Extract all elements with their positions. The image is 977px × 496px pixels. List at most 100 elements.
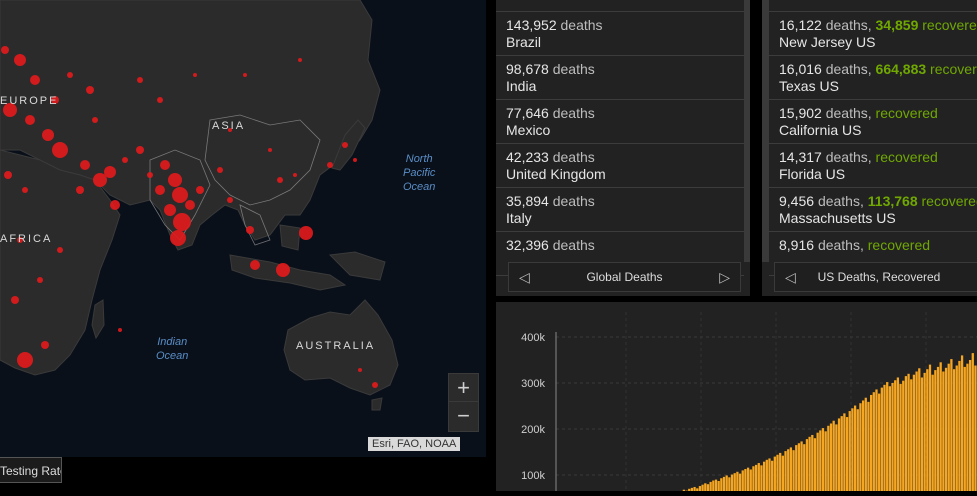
map-canvas: [0, 0, 486, 457]
recovered-unit: recovered: [876, 149, 938, 165]
list-item[interactable]: 16,016 deaths, 664,883 recoveredTexas US: [769, 56, 977, 100]
recovered-count: 34,859: [876, 17, 919, 33]
prev-arrow-icon[interactable]: ◁: [785, 263, 796, 291]
chart-bar: [937, 367, 939, 491]
chart-bar: [742, 470, 744, 491]
chart-bar: [851, 408, 853, 491]
death-unit: deaths,: [826, 17, 872, 33]
chart-bar: [782, 456, 784, 491]
list-item[interactable]: 14,317 deaths, recoveredFlorida US: [769, 144, 977, 188]
chart-bar: [835, 424, 837, 491]
list-item[interactable]: 42,233 deathsUnited Kingdom: [496, 144, 744, 188]
chart-bar: [707, 484, 709, 491]
tab-testing-rate[interactable]: Testing Rate: [0, 457, 62, 483]
recovered-unit: recovered: [930, 61, 977, 77]
chart-bar: [825, 431, 827, 491]
list-item[interactable]: 16,122 deaths, 34,859 recoveredNew Jerse…: [769, 12, 977, 56]
chart-bar: [827, 426, 829, 491]
death-count: 16,122: [779, 17, 822, 33]
chart-bar: [723, 477, 725, 491]
list-item[interactable]: 143,952 deathsBrazil: [496, 12, 744, 56]
chart-bar: [728, 477, 730, 491]
chart-bar: [870, 395, 872, 491]
death-count: 32,396: [506, 237, 549, 253]
chart-bar: [803, 444, 805, 491]
chart-bar: [950, 359, 952, 491]
country-name: Italy: [506, 210, 734, 227]
recovered-unit: recovered: [922, 193, 977, 209]
chart-bar: [736, 472, 738, 491]
state-name: New Jersey US: [779, 34, 977, 51]
chart-bar: [942, 372, 944, 492]
chart-bar: [862, 400, 864, 491]
death-count: 16,016: [779, 61, 822, 77]
list-item[interactable]: 15,902 deaths, recoveredCalifornia US: [769, 100, 977, 144]
new-guinea-shape: [330, 252, 385, 280]
state-name: Florida US: [779, 166, 977, 183]
chart-bar: [699, 486, 701, 491]
country-name: Mexico: [506, 122, 734, 139]
chart-bar: [964, 367, 966, 491]
tasmania-shape: [372, 398, 382, 410]
state-name: Massachusetts US: [779, 210, 977, 227]
chart-bar: [798, 443, 800, 491]
chart-bar: [776, 455, 778, 491]
label-north-pacific-line3: Ocean: [403, 180, 435, 194]
chart-bar: [731, 475, 733, 491]
chart-bar: [768, 458, 770, 491]
chart-bar: [771, 461, 773, 491]
chart-bar: [932, 375, 934, 491]
list-item[interactable]: 35,894 deathsItaly: [496, 188, 744, 232]
zoom-out-button[interactable]: −: [448, 401, 479, 432]
chart-bar: [758, 463, 760, 491]
state-name: Texas US: [779, 78, 977, 95]
chart-bar: [712, 481, 714, 491]
death-unit: deaths: [561, 17, 603, 33]
chart-bar: [846, 417, 848, 491]
chart-bar: [918, 368, 920, 491]
chart-bar: [739, 474, 741, 491]
label-australia: AUSTRALIA: [296, 340, 375, 352]
scrollbar[interactable]: [762, 0, 769, 262]
chart-bar: [854, 406, 856, 491]
zoom-in-button[interactable]: +: [448, 373, 479, 404]
chart-bar: [693, 487, 695, 491]
death-unit: deaths,: [818, 237, 864, 253]
chart-bar: [763, 462, 765, 491]
chart-bar: [755, 465, 757, 491]
chart-bar: [715, 480, 717, 491]
chart-bar: [849, 411, 851, 491]
death-unit: deaths: [553, 105, 595, 121]
next-arrow-icon[interactable]: ▷: [719, 263, 730, 291]
chart-bar: [734, 473, 736, 491]
recovered-unit: recovered: [922, 17, 977, 33]
chart-bar: [857, 409, 859, 491]
chart-bar: [808, 437, 810, 491]
chart-bar: [883, 385, 885, 491]
list-item[interactable]: 9,456 deaths, 113,768 recoveredMassachus…: [769, 188, 977, 232]
list-item[interactable]: 98,678 deathsIndia: [496, 56, 744, 100]
chart-bar: [934, 370, 936, 491]
list-item: [496, 0, 744, 12]
chart-bar: [720, 478, 722, 491]
prev-arrow-icon[interactable]: ◁: [519, 263, 530, 291]
chart-bar: [961, 355, 963, 491]
death-count: 35,894: [506, 193, 549, 209]
chart-bar: [958, 361, 960, 491]
chart-bar: [841, 416, 843, 491]
chart-bar: [774, 457, 776, 491]
nav-label: Global Deaths: [586, 270, 662, 284]
country-name: United Kingdom: [506, 166, 734, 183]
us-deaths-list: 16,122 deaths, 34,859 recoveredNew Jerse…: [769, 0, 977, 276]
chart-bar: [750, 469, 752, 491]
death-count: 15,902: [779, 105, 822, 121]
world-map[interactable]: EUROPE ASIA AFRICA AUSTRALIA North Pacif…: [0, 0, 486, 457]
recovered-count: 664,883: [876, 61, 927, 77]
list-item[interactable]: 77,646 deathsMexico: [496, 100, 744, 144]
chart-bar: [902, 381, 904, 491]
chart-bar: [784, 451, 786, 491]
chart-bar: [859, 403, 861, 491]
scrollbar[interactable]: [744, 0, 750, 262]
y-tick-label: 400k: [521, 332, 545, 344]
chart-bar: [905, 376, 907, 491]
